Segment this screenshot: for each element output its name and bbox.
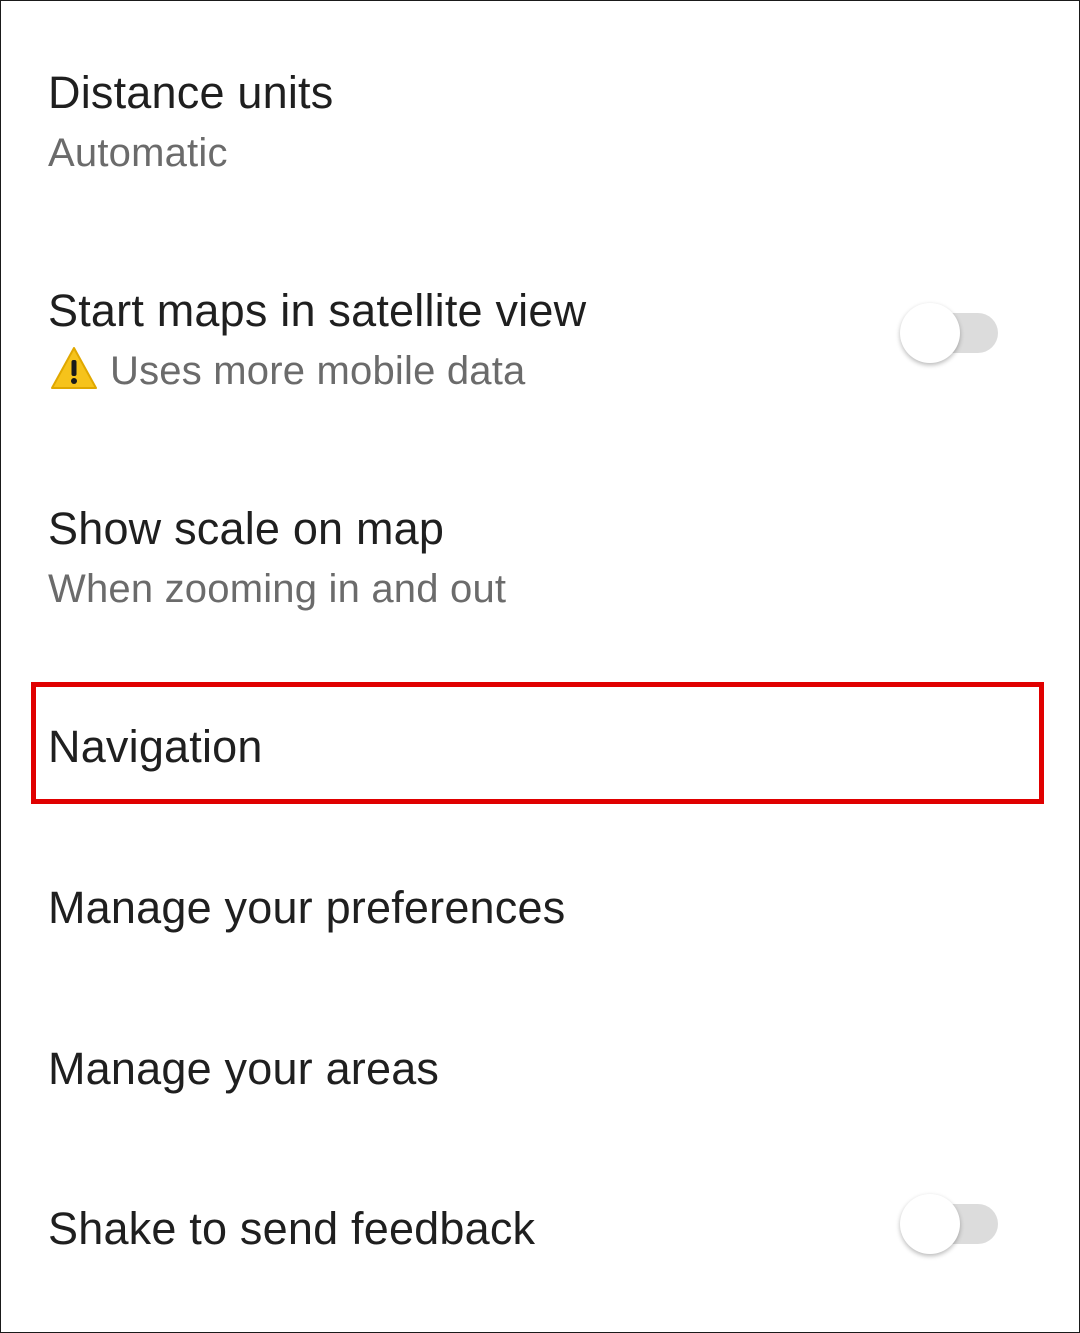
toggle-thumb (900, 303, 960, 363)
setting-show-scale[interactable]: Show scale on map When zooming in and ou… (0, 480, 1080, 660)
manage-areas-title: Manage your areas (48, 1043, 440, 1094)
setting-shake-feedback[interactable]: Shake to send feedback (0, 1166, 1080, 1288)
show-scale-title: Show scale on map (48, 503, 445, 554)
toggle-thumb (900, 1194, 960, 1254)
shake-feedback-title: Shake to send feedback (48, 1203, 536, 1254)
distance-units-value: Automatic (48, 131, 228, 175)
navigation-title: Navigation (48, 721, 263, 772)
satellite-view-title: Start maps in satellite view (48, 285, 587, 336)
warning-icon (51, 347, 97, 389)
setting-distance-units[interactable]: Distance units Automatic (0, 40, 1080, 220)
setting-navigation[interactable]: Navigation (0, 682, 1080, 804)
satellite-view-toggle[interactable] (900, 303, 1000, 363)
shake-feedback-toggle[interactable] (900, 1194, 1000, 1254)
setting-manage-preferences[interactable]: Manage your preferences (0, 844, 1080, 966)
show-scale-value: When zooming in and out (48, 567, 507, 611)
manage-preferences-title: Manage your preferences (48, 882, 566, 933)
distance-units-title: Distance units (48, 67, 334, 118)
satellite-view-note: Uses more mobile data (110, 349, 526, 393)
setting-manage-areas[interactable]: Manage your areas (0, 1005, 1080, 1127)
setting-satellite-view[interactable]: Start maps in satellite view Uses more m… (0, 260, 1080, 440)
